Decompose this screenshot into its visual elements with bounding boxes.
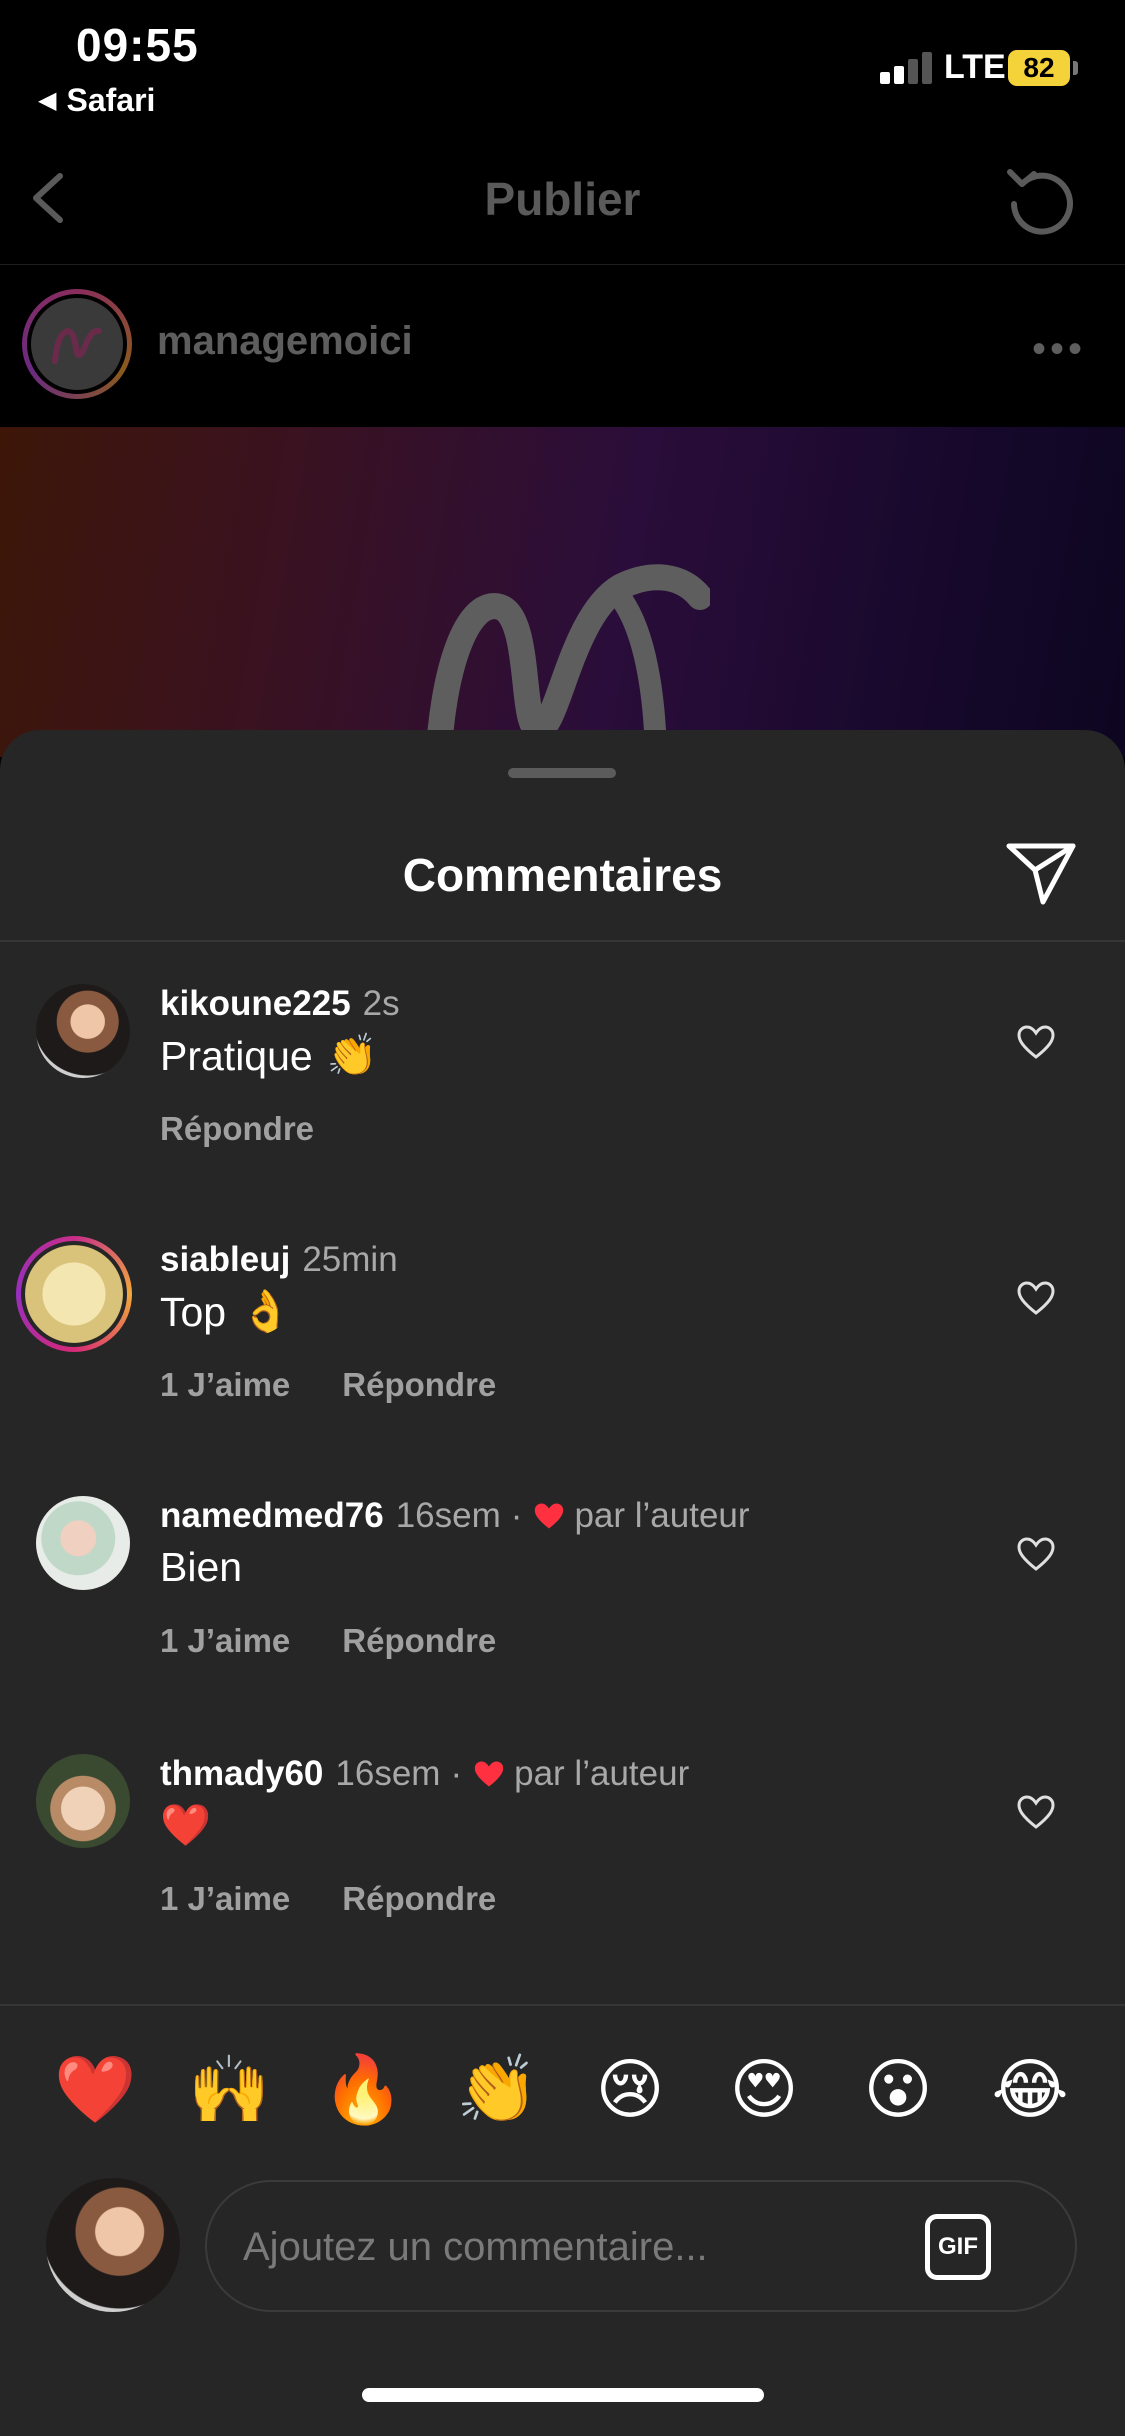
back-app-label: Safari bbox=[66, 82, 156, 118]
comment-username[interactable]: namedmed76 bbox=[160, 1496, 384, 1536]
logo-icon bbox=[52, 328, 102, 364]
comment-text: Top bbox=[160, 1288, 227, 1335]
comment-item: siableuj 25min Top 👌 1 J’aime Répondre bbox=[0, 1236, 1125, 1490]
post-author-row: managemoici ••• bbox=[0, 265, 1125, 425]
comment-avatar[interactable] bbox=[36, 1754, 130, 1848]
heart-outline-icon[interactable] bbox=[1016, 1280, 1056, 1316]
comment-username[interactable]: siableuj bbox=[160, 1240, 290, 1280]
battery-icon: 82 bbox=[1008, 50, 1070, 86]
quick-emoji-bar: ❤️ 🙌 🔥 👏 😢 😍 😮 😂 bbox=[0, 2050, 1125, 2140]
signal-icon bbox=[880, 50, 936, 84]
comment-avatar[interactable] bbox=[16, 1236, 132, 1352]
back-triangle-icon: ◀ bbox=[38, 87, 57, 114]
clapping-emoji: 👏 bbox=[326, 1032, 378, 1078]
likes-count[interactable]: 1 J’aime bbox=[160, 1880, 290, 1918]
comment-item: namedmed76 16sem · par l’auteur Bien 1 J… bbox=[0, 1496, 1125, 1746]
comment-avatar[interactable] bbox=[36, 984, 130, 1078]
sheet-grabber[interactable] bbox=[508, 768, 616, 778]
comment-text: Pratique bbox=[160, 1032, 313, 1079]
status-time: 09:55 bbox=[76, 19, 199, 71]
comment-text-row: Bien bbox=[160, 1544, 242, 1591]
emoji-fire-button[interactable]: 🔥 bbox=[322, 2050, 404, 2130]
reply-button[interactable]: Répondre bbox=[342, 1622, 496, 1660]
author-username[interactable]: managemoici bbox=[157, 319, 413, 364]
reply-button[interactable]: Répondre bbox=[342, 1366, 496, 1404]
heart-outline-icon[interactable] bbox=[1016, 1536, 1056, 1572]
refresh-icon[interactable] bbox=[1000, 160, 1080, 240]
reply-button[interactable]: Répondre bbox=[160, 1110, 314, 1148]
ok-hand-emoji: 👌 bbox=[240, 1288, 292, 1334]
red-heart-emoji: ❤️ bbox=[160, 1802, 212, 1848]
sheet-divider bbox=[0, 940, 1125, 942]
home-indicator[interactable] bbox=[362, 2388, 764, 2402]
author-liked-label: par l’auteur bbox=[574, 1496, 750, 1535]
emoji-heart-button[interactable]: ❤️ bbox=[54, 2050, 136, 2130]
author-liked-heart-icon bbox=[535, 1503, 564, 1529]
comment-time: 25min bbox=[302, 1240, 398, 1279]
comments-sheet: Commentaires kikoune225 2s Pratique 👏 Ré… bbox=[0, 730, 1125, 2436]
comment-time: 16sem bbox=[335, 1754, 441, 1793]
comment-username[interactable]: kikoune225 bbox=[160, 984, 351, 1024]
battery-tip bbox=[1073, 61, 1078, 75]
comment-time: 2s bbox=[362, 984, 400, 1023]
comment-time: 16sem bbox=[395, 1496, 501, 1535]
author-liked-label: par l’auteur bbox=[514, 1754, 690, 1793]
status-bar: 09:55 ◀ Safari LTE 82 bbox=[0, 0, 1125, 130]
back-to-safari-button[interactable]: ◀ Safari bbox=[38, 82, 155, 119]
emoji-clap-button[interactable]: 👏 bbox=[456, 2050, 538, 2130]
author-liked-heart-icon bbox=[474, 1761, 504, 1787]
comments-title: Commentaires bbox=[402, 849, 723, 901]
comment-input[interactable] bbox=[243, 2212, 883, 2282]
heart-outline-icon[interactable] bbox=[1016, 1024, 1056, 1060]
post-nav-bar: Publier bbox=[0, 130, 1125, 265]
network-label: LTE bbox=[944, 48, 1006, 86]
comment-username[interactable]: thmady60 bbox=[160, 1754, 323, 1794]
comment-text-row: Top 👌 bbox=[160, 1288, 291, 1336]
comment-text: Bien bbox=[160, 1544, 243, 1590]
comment-avatar[interactable] bbox=[36, 1496, 130, 1590]
comment-text-row: ❤️ bbox=[160, 1802, 211, 1850]
current-user-avatar bbox=[46, 2178, 180, 2312]
post-image bbox=[0, 427, 1125, 777]
heart-outline-icon[interactable] bbox=[1016, 1794, 1056, 1830]
emoji-divider bbox=[0, 2004, 1125, 2006]
author-avatar[interactable] bbox=[22, 289, 132, 399]
send-icon[interactable] bbox=[1005, 840, 1077, 908]
reply-button[interactable]: Répondre bbox=[342, 1880, 496, 1918]
emoji-laughing-button[interactable]: 😂 bbox=[990, 2050, 1070, 2130]
more-options-icon[interactable]: ••• bbox=[1032, 327, 1086, 372]
emoji-cry-button[interactable]: 😢 bbox=[590, 2050, 670, 2130]
emoji-heart-eyes-button[interactable]: 😍 bbox=[724, 2050, 804, 2130]
comment-text-row: Pratique 👏 bbox=[160, 1032, 378, 1080]
likes-count[interactable]: 1 J’aime bbox=[160, 1366, 290, 1404]
comment-composer: GIF bbox=[205, 2180, 1077, 2312]
emoji-raised-hands-button[interactable]: 🙌 bbox=[188, 2050, 270, 2130]
page-title: Publier bbox=[484, 173, 641, 225]
comment-item: kikoune225 2s Pratique 👏 Répondre bbox=[0, 984, 1125, 1234]
gif-button[interactable]: GIF bbox=[925, 2214, 991, 2280]
comment-item: thmady60 16sem · par l’auteur ❤️ 1 J’aim… bbox=[0, 1754, 1125, 2004]
emoji-surprised-button[interactable]: 😮 bbox=[858, 2050, 938, 2130]
likes-count[interactable]: 1 J’aime bbox=[160, 1622, 290, 1660]
